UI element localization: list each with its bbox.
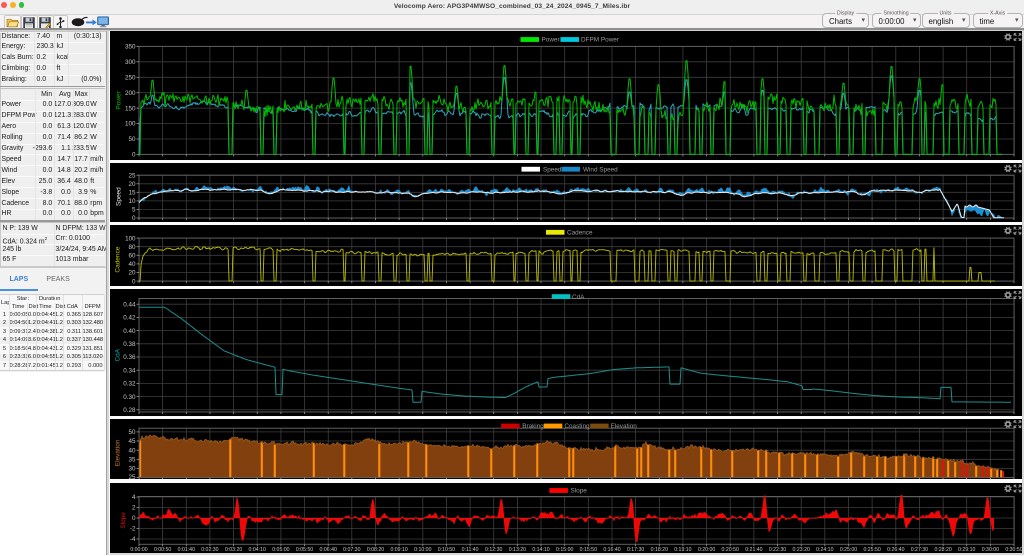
svg-text:0:15:00: 0:15:00 bbox=[556, 547, 573, 553]
svg-text:35: 35 bbox=[128, 456, 135, 463]
svg-text:0.28: 0.28 bbox=[123, 407, 136, 414]
svg-text:0:28:20: 0:28:20 bbox=[934, 547, 951, 553]
svg-text:Slope: Slope bbox=[120, 511, 127, 528]
svg-text:Elevation: Elevation bbox=[610, 423, 637, 430]
svg-text:0:11:40: 0:11:40 bbox=[461, 547, 478, 553]
svg-text:250: 250 bbox=[124, 75, 135, 82]
svg-text:Speed: Speed bbox=[115, 186, 122, 205]
svg-text:0:03:20: 0:03:20 bbox=[224, 547, 241, 553]
svg-text:0.42: 0.42 bbox=[123, 315, 136, 322]
svg-text:0:10:00: 0:10:00 bbox=[414, 547, 431, 553]
svg-text:0: 0 bbox=[131, 515, 135, 522]
svg-text:DFPM Power: DFPM Power bbox=[581, 37, 620, 44]
svg-text:0:00:00: 0:00:00 bbox=[130, 547, 147, 553]
svg-text:0:29:10: 0:29:10 bbox=[958, 547, 975, 553]
svg-text:Braking: Braking bbox=[522, 423, 544, 430]
svg-text:Power: Power bbox=[115, 90, 122, 109]
svg-text:0:15:50: 0:15:50 bbox=[579, 547, 596, 553]
svg-text:100: 100 bbox=[125, 236, 136, 243]
svg-text:Coasting: Coasting bbox=[564, 423, 590, 430]
svg-text:50: 50 bbox=[128, 429, 135, 436]
svg-text:0:07:30: 0:07:30 bbox=[343, 547, 360, 553]
svg-text:Slope: Slope bbox=[570, 487, 587, 494]
svg-text:0.40: 0.40 bbox=[123, 328, 136, 335]
svg-text:Elevation: Elevation bbox=[114, 439, 121, 466]
svg-text:0: 0 bbox=[132, 279, 136, 286]
svg-text:0.36: 0.36 bbox=[123, 354, 136, 361]
svg-text:20: 20 bbox=[128, 180, 135, 187]
svg-text:Cadence: Cadence bbox=[566, 230, 592, 237]
svg-text:60: 60 bbox=[128, 253, 135, 260]
svg-text:30: 30 bbox=[128, 465, 135, 472]
svg-text:0:16:40: 0:16:40 bbox=[603, 547, 620, 553]
svg-text:0:22:30: 0:22:30 bbox=[768, 547, 785, 553]
svg-text:0:30:50: 0:30:50 bbox=[1005, 547, 1022, 553]
svg-text:0:17:30: 0:17:30 bbox=[626, 547, 643, 553]
svg-text:Wind Speed: Wind Speed bbox=[582, 166, 617, 173]
svg-text:CdA: CdA bbox=[114, 348, 121, 361]
svg-text:Power: Power bbox=[541, 37, 560, 44]
svg-text:10: 10 bbox=[128, 198, 135, 205]
svg-text:50: 50 bbox=[128, 136, 136, 143]
svg-text:0:24:10: 0:24:10 bbox=[816, 547, 833, 553]
svg-text:0: 0 bbox=[132, 215, 136, 222]
svg-text:Speed: Speed bbox=[543, 166, 562, 173]
svg-text:4: 4 bbox=[131, 494, 135, 501]
svg-text:80: 80 bbox=[128, 244, 135, 251]
svg-text:25: 25 bbox=[128, 172, 135, 179]
svg-text:300: 300 bbox=[124, 59, 135, 66]
svg-text:0.32: 0.32 bbox=[123, 381, 136, 388]
svg-text:-2: -2 bbox=[129, 525, 135, 532]
svg-text:0.44: 0.44 bbox=[123, 301, 136, 308]
svg-text:0:00:50: 0:00:50 bbox=[153, 547, 170, 553]
svg-text:0:20:00: 0:20:00 bbox=[697, 547, 714, 553]
svg-text:0.34: 0.34 bbox=[123, 367, 136, 374]
svg-text:20: 20 bbox=[128, 270, 135, 277]
svg-text:0:25:00: 0:25:00 bbox=[839, 547, 856, 553]
svg-text:40: 40 bbox=[128, 447, 135, 454]
svg-text:350: 350 bbox=[124, 44, 135, 51]
svg-text:CdA: CdA bbox=[571, 294, 584, 301]
svg-text:15: 15 bbox=[128, 189, 135, 196]
svg-text:0:25:50: 0:25:50 bbox=[863, 547, 880, 553]
svg-text:25: 25 bbox=[128, 474, 135, 480]
svg-text:0:30:00: 0:30:00 bbox=[981, 547, 998, 553]
svg-text:5: 5 bbox=[132, 206, 136, 213]
svg-text:100: 100 bbox=[124, 121, 135, 128]
svg-text:0:10:50: 0:10:50 bbox=[437, 547, 454, 553]
svg-text:200: 200 bbox=[124, 90, 135, 97]
svg-text:0:20:50: 0:20:50 bbox=[721, 547, 738, 553]
svg-text:0:12:30: 0:12:30 bbox=[485, 547, 502, 553]
svg-text:0:01:40: 0:01:40 bbox=[177, 547, 194, 553]
svg-text:0:19:10: 0:19:10 bbox=[674, 547, 691, 553]
svg-text:150: 150 bbox=[124, 105, 135, 112]
svg-text:0:04:10: 0:04:10 bbox=[248, 547, 265, 553]
svg-text:0:06:40: 0:06:40 bbox=[319, 547, 336, 553]
svg-text:0:18:20: 0:18:20 bbox=[650, 547, 667, 553]
svg-text:0:05:00: 0:05:00 bbox=[272, 547, 289, 553]
svg-text:0: 0 bbox=[131, 152, 135, 159]
svg-text:Cadence: Cadence bbox=[114, 247, 121, 273]
svg-text:0:05:50: 0:05:50 bbox=[295, 547, 312, 553]
svg-text:0:09:10: 0:09:10 bbox=[390, 547, 407, 553]
svg-text:0:26:40: 0:26:40 bbox=[887, 547, 904, 553]
svg-text:0:27:30: 0:27:30 bbox=[910, 547, 927, 553]
svg-text:0:13:20: 0:13:20 bbox=[508, 547, 525, 553]
svg-text:0:14:10: 0:14:10 bbox=[532, 547, 549, 553]
svg-text:0:08:20: 0:08:20 bbox=[366, 547, 383, 553]
svg-text:0.38: 0.38 bbox=[123, 341, 136, 348]
svg-text:0:21:40: 0:21:40 bbox=[745, 547, 762, 553]
svg-text:45: 45 bbox=[128, 438, 135, 445]
svg-text:0:23:20: 0:23:20 bbox=[792, 547, 809, 553]
svg-text:0.30: 0.30 bbox=[123, 394, 136, 401]
svg-text:2: 2 bbox=[131, 504, 135, 511]
svg-text:0:02:30: 0:02:30 bbox=[201, 547, 218, 553]
svg-text:-4: -4 bbox=[129, 536, 135, 543]
svg-text:40: 40 bbox=[128, 261, 135, 268]
